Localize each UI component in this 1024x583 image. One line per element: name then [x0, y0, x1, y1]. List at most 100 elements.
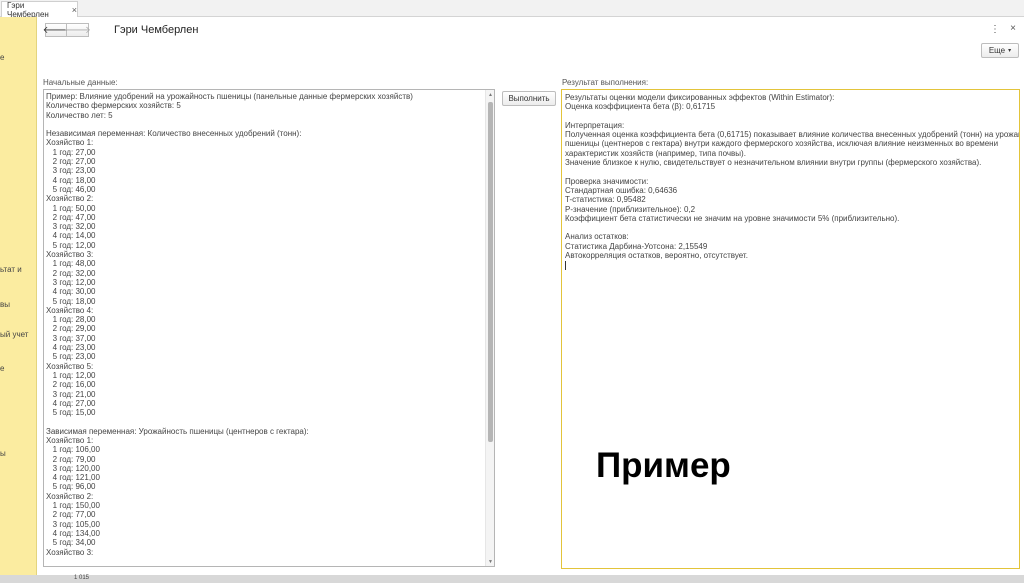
result-line: Полученная оценка коэффициента бета (0,6… [565, 130, 1020, 140]
input-line: 3 год: 120,00 [46, 463, 100, 473]
input-line: 5 год: 96,00 [46, 482, 96, 492]
input-line: Хозяйство 4: [46, 305, 94, 315]
input-line: 3 год: 21,00 [46, 389, 96, 399]
input-line: 4 год: 23,00 [46, 343, 96, 353]
sidebar-item[interactable]: ы [0, 449, 6, 458]
input-line: Независимая переменная: Количество внесе… [46, 129, 302, 139]
sidebar-item[interactable]: е [0, 53, 4, 62]
result-line [565, 167, 1015, 176]
input-line: 1 год: 12,00 [46, 370, 96, 380]
input-line: 4 год: 18,00 [46, 175, 96, 185]
scroll-up-icon[interactable]: ▲ [486, 90, 494, 99]
text-cursor [565, 260, 566, 270]
input-line: 3 год: 105,00 [46, 519, 100, 529]
nav-buttons: 🡐 🡒 [43, 23, 91, 37]
tab-label: Гэри Чемберлен [7, 0, 49, 19]
arrow-right-icon: 🡒 [64, 25, 91, 36]
close-icon[interactable]: × [1010, 23, 1016, 34]
result-line: Коэффициент бета статистически не значим… [565, 213, 900, 223]
input-line: Количество фермерских хозяйств: 5 [46, 101, 181, 111]
vertical-scrollbar[interactable]: ▲ ▼ [485, 90, 494, 566]
input-line: Хозяйство 1: [46, 138, 94, 148]
input-line: 4 год: 121,00 [46, 473, 100, 483]
input-textarea[interactable]: Пример: Влияние удобрений на урожайность… [43, 89, 495, 567]
main-panel: 🡐 🡒 Гэри Чемберлен ⋮ × Еще ▾ Начальные д… [37, 17, 1024, 575]
sidebar-item[interactable]: е [0, 364, 4, 373]
more-label: Еще [988, 46, 1006, 55]
result-line: P-значение (приблизительное): 0,2 [565, 204, 696, 214]
input-line: 1 год: 28,00 [46, 315, 96, 325]
result-textarea[interactable]: Результаты оценки модели фиксированных э… [561, 89, 1020, 569]
tab-bar: Гэри Чемберлен × [0, 0, 1024, 19]
result-line: Интерпретация: [565, 120, 625, 130]
input-line: Хозяйство 3: [46, 547, 94, 557]
chevron-down-icon: ▾ [1008, 48, 1012, 54]
input-line: Хозяйство 3: [46, 250, 94, 260]
input-line: Пример: Влияние удобрений на урожайность… [46, 92, 413, 101]
input-text: Пример: Влияние удобрений на урожайность… [46, 92, 484, 557]
input-line: 5 год: 18,00 [46, 296, 96, 306]
input-line: 1 год: 150,00 [46, 501, 100, 511]
result-line: характеристик хозяйств (например, типа п… [565, 148, 746, 158]
sidebar-item[interactable]: ый учет [0, 330, 28, 339]
run-button[interactable]: Выполнить [502, 91, 556, 106]
input-line [46, 120, 484, 129]
input-line [46, 417, 484, 426]
result-line [565, 223, 1015, 232]
input-line: 2 год: 47,00 [46, 212, 96, 222]
input-line: 4 год: 27,00 [46, 398, 96, 408]
input-line: 2 год: 79,00 [46, 454, 96, 464]
result-line: пшеницы (центнеров с гектара) внутри каж… [565, 139, 999, 149]
more-button[interactable]: Еще ▾ [981, 43, 1019, 58]
input-line: 2 год: 77,00 [46, 510, 96, 520]
input-line: 1 год: 48,00 [46, 259, 96, 269]
input-line: Зависимая переменная: Урожайность пшениц… [46, 426, 309, 436]
sidebar-item[interactable]: ьтат и [0, 265, 22, 274]
result-line: Проверка значимости: [565, 176, 649, 186]
result-line: Стандартная ошибка: 0,64636 [565, 185, 678, 195]
result-line: Анализ остатков: [565, 232, 629, 242]
input-line: 2 год: 29,00 [46, 324, 96, 334]
input-line: 5 год: 34,00 [46, 538, 96, 548]
result-text: Результаты оценки модели фиксированных э… [565, 93, 1020, 270]
input-line: Хозяйство 2: [46, 491, 94, 501]
input-line: Хозяйство 2: [46, 194, 94, 204]
sidebar-item[interactable]: вы [0, 300, 10, 309]
tab-close-icon[interactable]: × [72, 5, 77, 15]
sidebar: е ьтат и вы ый учет е ы [0, 17, 37, 575]
input-line: 3 год: 32,00 [46, 222, 96, 232]
page-title: Гэри Чемберлен [114, 24, 199, 36]
input-line: 4 год: 14,00 [46, 231, 96, 241]
result-line: T-статистика: 0,95482 [565, 195, 646, 205]
input-label: Начальные данные: [43, 78, 118, 87]
watermark: Пример [596, 446, 731, 485]
result-label: Результат выполнения: [562, 78, 649, 87]
scroll-thumb[interactable] [488, 102, 493, 442]
kebab-menu-icon[interactable]: ⋮ [990, 24, 1000, 35]
result-line: Автокорреляция остатков, вероятно, отсут… [565, 251, 748, 261]
input-line: Количество лет: 5 [46, 110, 113, 120]
result-line: Результаты оценки модели фиксированных э… [565, 93, 835, 102]
input-line: 1 год: 106,00 [46, 445, 100, 455]
result-line: Оценка коэффициента бета (β): 0,61715 [565, 102, 716, 112]
input-line: 2 год: 16,00 [46, 380, 96, 390]
result-line: Статистика Дарбина-Уотсона: 2,15549 [565, 241, 708, 251]
result-line: Значение близкое к нулю, свидетельствует… [565, 158, 982, 168]
input-line: 4 год: 134,00 [46, 528, 100, 538]
input-line: 5 год: 15,00 [46, 408, 96, 418]
scroll-down-icon[interactable]: ▼ [486, 557, 494, 566]
input-line: 2 год: 27,00 [46, 157, 96, 167]
input-line: 5 год: 12,00 [46, 240, 96, 250]
tab-gary-chamberlain[interactable]: Гэри Чемберлен × [1, 0, 78, 19]
input-line: 2 год: 32,00 [46, 268, 96, 278]
input-line: 3 год: 37,00 [46, 333, 96, 343]
status-text: 1 015 [74, 575, 90, 581]
input-line: 5 год: 23,00 [46, 352, 96, 362]
result-line [565, 112, 1015, 121]
forward-button[interactable]: 🡒 [64, 23, 91, 37]
input-line: 3 год: 23,00 [46, 166, 96, 176]
input-line: 3 год: 12,00 [46, 277, 96, 287]
input-line: 5 год: 46,00 [46, 184, 96, 194]
input-line: Хозяйство 5: [46, 361, 94, 371]
input-line: Хозяйство 1: [46, 435, 94, 445]
